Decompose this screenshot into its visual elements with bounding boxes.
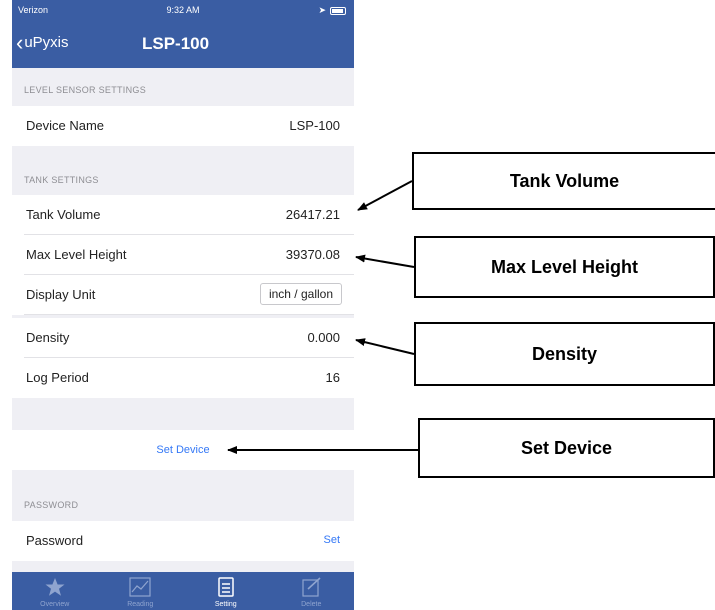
callout-set-device: Set Device bbox=[418, 418, 715, 478]
max-level-height-label: Max Level Height bbox=[26, 247, 127, 262]
density-label: Density bbox=[26, 330, 70, 345]
density-row[interactable]: Density 0.000 bbox=[12, 318, 354, 358]
display-unit-select[interactable]: inch / gallon bbox=[259, 283, 342, 305]
density-value: 0.000 bbox=[307, 330, 340, 345]
tab-setting-label: Setting bbox=[214, 601, 237, 608]
star-icon bbox=[12, 577, 98, 597]
tab-setting[interactable]: Setting bbox=[183, 572, 269, 610]
set-device-row: Set Device bbox=[12, 430, 354, 470]
tab-delete[interactable]: Delete bbox=[269, 572, 355, 610]
log-period-row[interactable]: Log Period 16 bbox=[12, 358, 354, 398]
chevron-left-icon: ‹ bbox=[16, 29, 24, 55]
log-period-value: 16 bbox=[325, 370, 340, 385]
tab-reading[interactable]: Reading bbox=[98, 572, 184, 610]
section-header-tank: TANK SETTINGS bbox=[24, 175, 99, 185]
max-level-height-value: 39370.08 bbox=[285, 247, 340, 262]
phone-screen: Verizon 9:32 AM ➤ ‹ uPyxis LSP-100 LEVEL… bbox=[12, 0, 354, 610]
tab-delete-label: Delete bbox=[301, 601, 322, 608]
tank-volume-row[interactable]: Tank Volume 26417.21 bbox=[12, 195, 354, 235]
set-device-button[interactable]: Set Device bbox=[12, 444, 354, 456]
device-name-row[interactable]: Device Name LSP-100 bbox=[12, 106, 354, 146]
nav-bar: ‹ uPyxis LSP-100 bbox=[12, 22, 354, 68]
chart-icon bbox=[98, 577, 184, 597]
callout-density: Density bbox=[414, 322, 715, 386]
tab-bar: Overview Reading Setting Delete bbox=[12, 572, 354, 610]
arrow-tank-volume bbox=[357, 180, 413, 211]
arrow-density bbox=[355, 338, 415, 355]
battery-icon bbox=[330, 6, 346, 15]
location-icon: ➤ bbox=[318, 5, 326, 15]
callout-tank-volume: Tank Volume bbox=[412, 152, 715, 210]
back-label: uPyxis bbox=[24, 34, 69, 51]
password-label: Password bbox=[26, 533, 84, 548]
delete-icon bbox=[269, 577, 355, 597]
password-set-button[interactable]: Set bbox=[323, 534, 340, 546]
section-header-level-sensor: LEVEL SENSOR SETTINGS bbox=[24, 85, 146, 95]
tank-volume-label: Tank Volume bbox=[26, 207, 101, 222]
back-button[interactable]: ‹ uPyxis bbox=[16, 29, 69, 55]
arrow-max-level-height bbox=[355, 254, 415, 268]
display-unit-label: Display Unit bbox=[26, 287, 96, 302]
status-bar: Verizon 9:32 AM ➤ bbox=[12, 0, 354, 22]
setting-icon bbox=[183, 577, 269, 597]
tab-overview[interactable]: Overview bbox=[12, 572, 98, 610]
tank-volume-value: 26417.21 bbox=[285, 207, 340, 222]
device-name-label: Device Name bbox=[26, 118, 105, 133]
device-name-value: LSP-100 bbox=[289, 118, 340, 133]
callout-max-level-height: Max Level Height bbox=[414, 236, 715, 298]
section-header-password: PASSWORD bbox=[24, 500, 79, 510]
max-level-height-row[interactable]: Max Level Height 39370.08 bbox=[12, 235, 354, 275]
tab-overview-label: Overview bbox=[40, 601, 70, 608]
log-period-label: Log Period bbox=[26, 370, 89, 385]
page-title: LSP-100 bbox=[142, 34, 210, 53]
tab-reading-label: Reading bbox=[127, 601, 154, 608]
clock: 9:32 AM bbox=[166, 5, 200, 15]
password-row: Password Set bbox=[12, 521, 354, 561]
display-unit-row: Display Unit inch / gallon bbox=[12, 275, 354, 315]
